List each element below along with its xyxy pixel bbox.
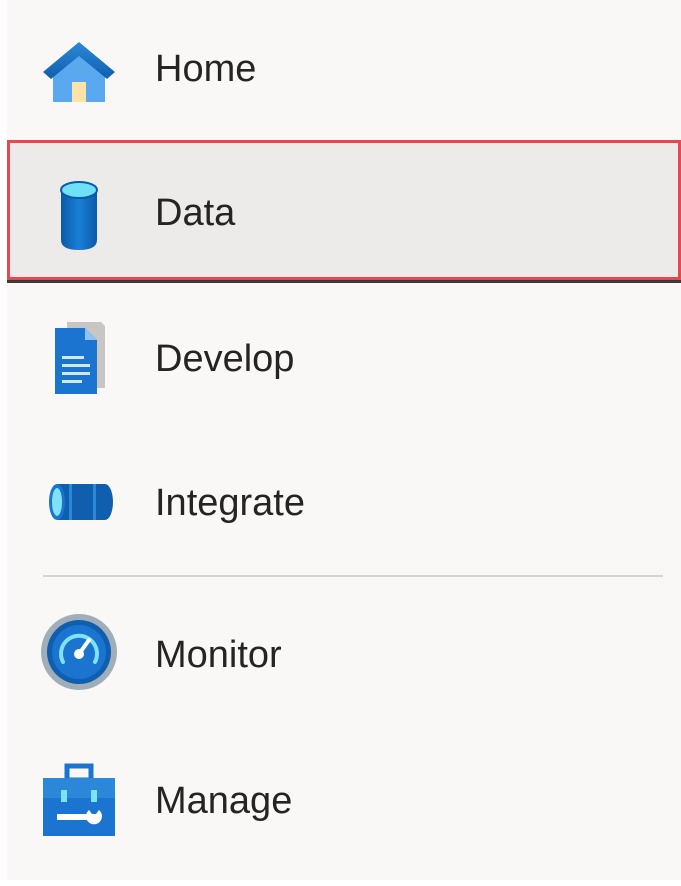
pipeline-icon (39, 462, 119, 542)
gauge-icon (39, 612, 119, 692)
nav-divider (43, 575, 663, 577)
document-icon (39, 318, 119, 398)
home-icon (39, 30, 119, 110)
sidebar-item-data[interactable]: Data (7, 140, 681, 283)
sidebar-item-label: Integrate (155, 482, 305, 524)
sidebar-item-manage[interactable]: Manage (7, 730, 681, 870)
sidebar-item-monitor[interactable]: Monitor (7, 582, 681, 722)
sidebar-nav: Home Data Develop Integrate Monitor Mana… (7, 0, 681, 880)
sidebar-item-home[interactable]: Home (7, 0, 681, 140)
sidebar-item-label: Home (155, 48, 257, 90)
toolbox-icon (39, 760, 119, 840)
database-icon (39, 174, 119, 254)
sidebar-item-label: Monitor (155, 634, 282, 676)
sidebar-item-label: Manage (155, 780, 293, 822)
window: Home Data Develop Integrate Monitor Mana… (0, 0, 681, 886)
sidebar-item-develop[interactable]: Develop (7, 288, 681, 428)
sidebar-item-label: Develop (155, 338, 295, 380)
sidebar-item-integrate[interactable]: Integrate (7, 430, 681, 570)
sidebar-item-label: Data (155, 192, 236, 234)
